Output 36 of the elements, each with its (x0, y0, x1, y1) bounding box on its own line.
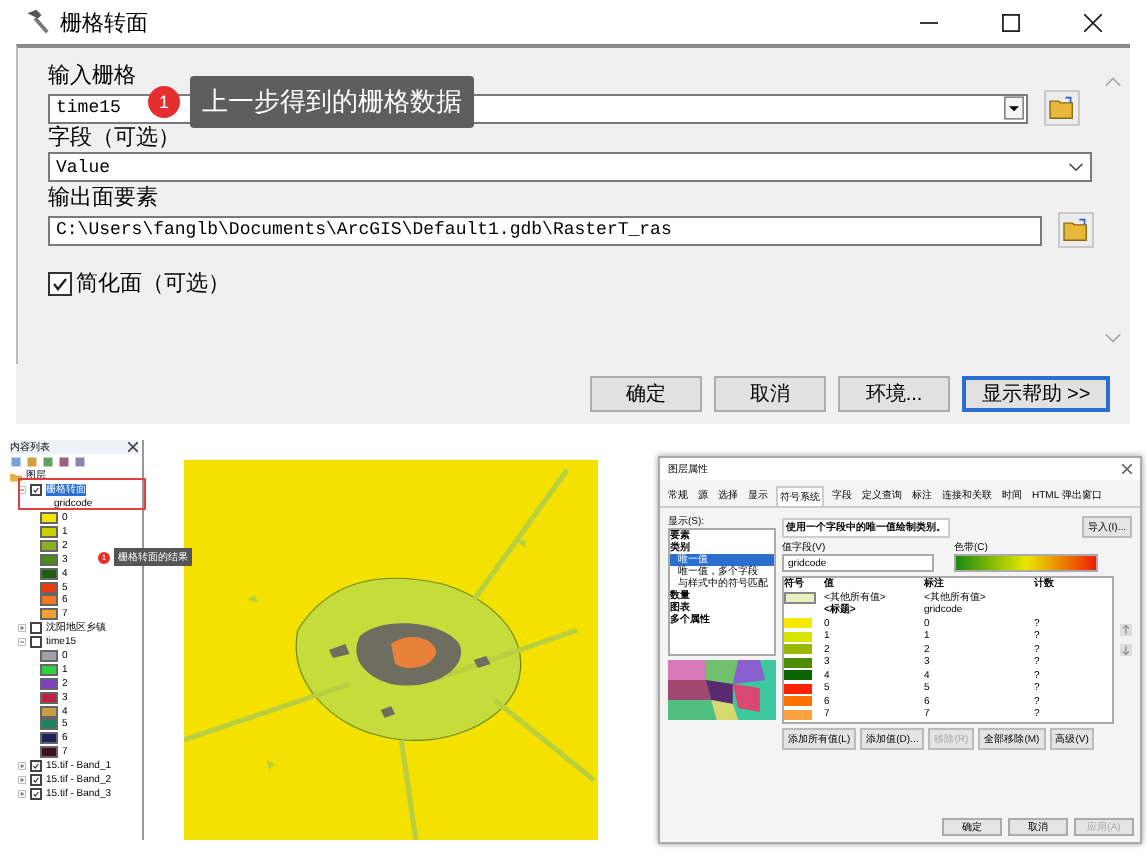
layers-folder-icon (10, 471, 22, 482)
hammer-icon (24, 8, 52, 36)
step-badge: 1 (148, 86, 180, 118)
folder-button[interactable] (1058, 212, 1094, 248)
folder-button[interactable] (1044, 90, 1080, 126)
layer-checkbox[interactable] (30, 760, 42, 773)
dialog-button[interactable]: 取消 (714, 376, 826, 412)
maximize-icon[interactable] (1002, 13, 1020, 31)
layer-checkbox[interactable] (30, 484, 42, 497)
field-label: 输出面要素 (48, 186, 160, 212)
chevron-down-icon[interactable] (1068, 162, 1084, 172)
field-label: 输入栅格 (48, 64, 138, 90)
callout-tooltip: 上一步得到的栅格数据 (190, 76, 474, 128)
highlight-frame (18, 478, 146, 510)
output-path-field[interactable]: C:\Users\fanglb\Documents\ArcGIS\Default1.gdb\RasterT_ras (48, 215, 1042, 245)
dialog-button[interactable]: 环境... (838, 376, 950, 412)
expand-icon[interactable] (18, 789, 26, 798)
checkbox[interactable] (48, 271, 72, 295)
color-ramp-dropdown[interactable] (954, 554, 1098, 572)
expand-icon[interactable] (18, 762, 26, 771)
symbol-swatch (784, 591, 816, 604)
layer-checkbox[interactable] (30, 636, 42, 649)
layer-checkbox[interactable] (30, 774, 42, 787)
dialog-button[interactable]: 显示帮助 >> (962, 376, 1110, 412)
layer-checkbox[interactable] (30, 622, 42, 635)
close-icon[interactable] (1084, 13, 1102, 31)
close-icon[interactable] (128, 442, 138, 452)
field-dropdown[interactable]: Value (48, 152, 1092, 182)
dialog-button[interactable]: 确定 (590, 376, 702, 412)
checkbox-label: 简化面（可选） (76, 270, 230, 298)
expand-icon[interactable] (18, 624, 26, 633)
expand-icon[interactable] (18, 776, 26, 785)
field-label: 字段（可选） (48, 126, 182, 152)
layer-checkbox[interactable] (30, 787, 42, 800)
window-title: 栅格转面 (60, 9, 148, 37)
collapse-icon[interactable] (18, 486, 26, 495)
